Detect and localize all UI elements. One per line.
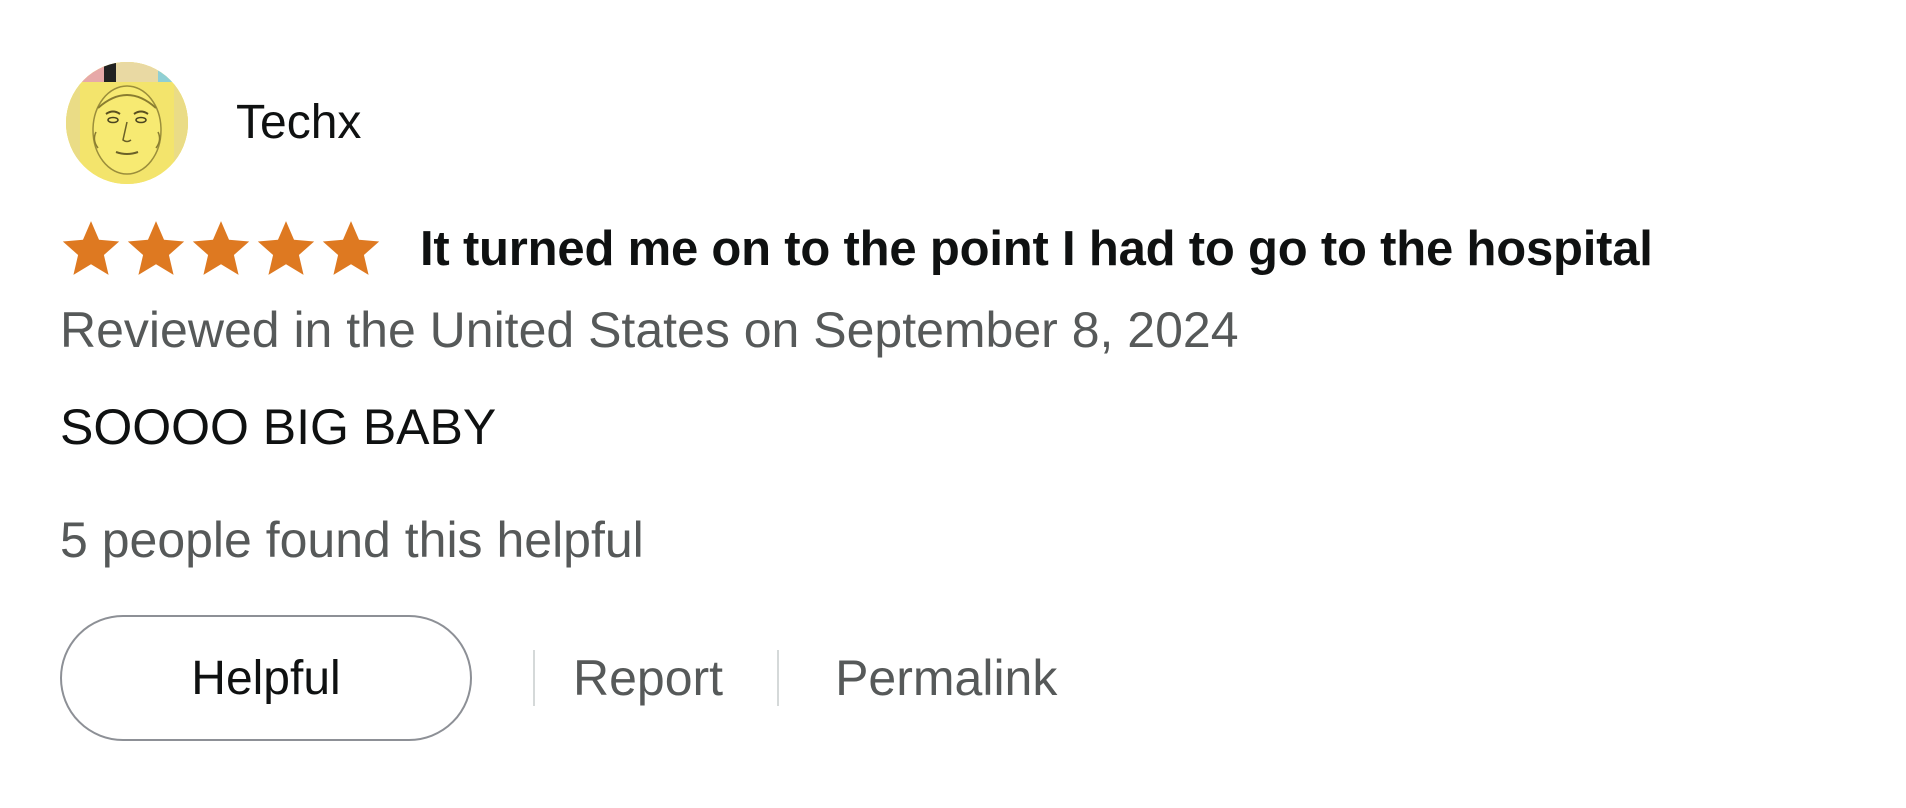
- action-divider: [533, 650, 535, 706]
- helpful-button[interactable]: Helpful: [60, 615, 472, 741]
- reviewer-avatar: [66, 62, 188, 184]
- customer-review: Techx It turned me on to the point I had…: [0, 0, 1906, 808]
- avatar-portrait-icon: [66, 62, 188, 184]
- review-body: SOOOO BIG BABY: [60, 399, 497, 455]
- review-actions: Helpful Report Permalink: [60, 614, 1057, 742]
- reviewer-profile[interactable]: Techx: [66, 62, 361, 184]
- star-icon: [257, 221, 315, 275]
- rating-and-title-row: It turned me on to the point I had to go…: [60, 214, 1653, 284]
- star-rating[interactable]: [60, 218, 382, 280]
- star-icon: [127, 221, 185, 275]
- review-title[interactable]: It turned me on to the point I had to go…: [420, 221, 1653, 277]
- star-icon: [62, 221, 120, 275]
- star-icon: [322, 221, 380, 275]
- reviewer-name[interactable]: Techx: [236, 99, 361, 147]
- report-link[interactable]: Report: [573, 653, 723, 703]
- permalink-link[interactable]: Permalink: [835, 653, 1057, 703]
- review-date: Reviewed in the United States on Septemb…: [60, 302, 1239, 358]
- helpful-count: 5 people found this helpful: [60, 512, 644, 568]
- star-icon: [192, 221, 250, 275]
- action-divider: [777, 650, 780, 706]
